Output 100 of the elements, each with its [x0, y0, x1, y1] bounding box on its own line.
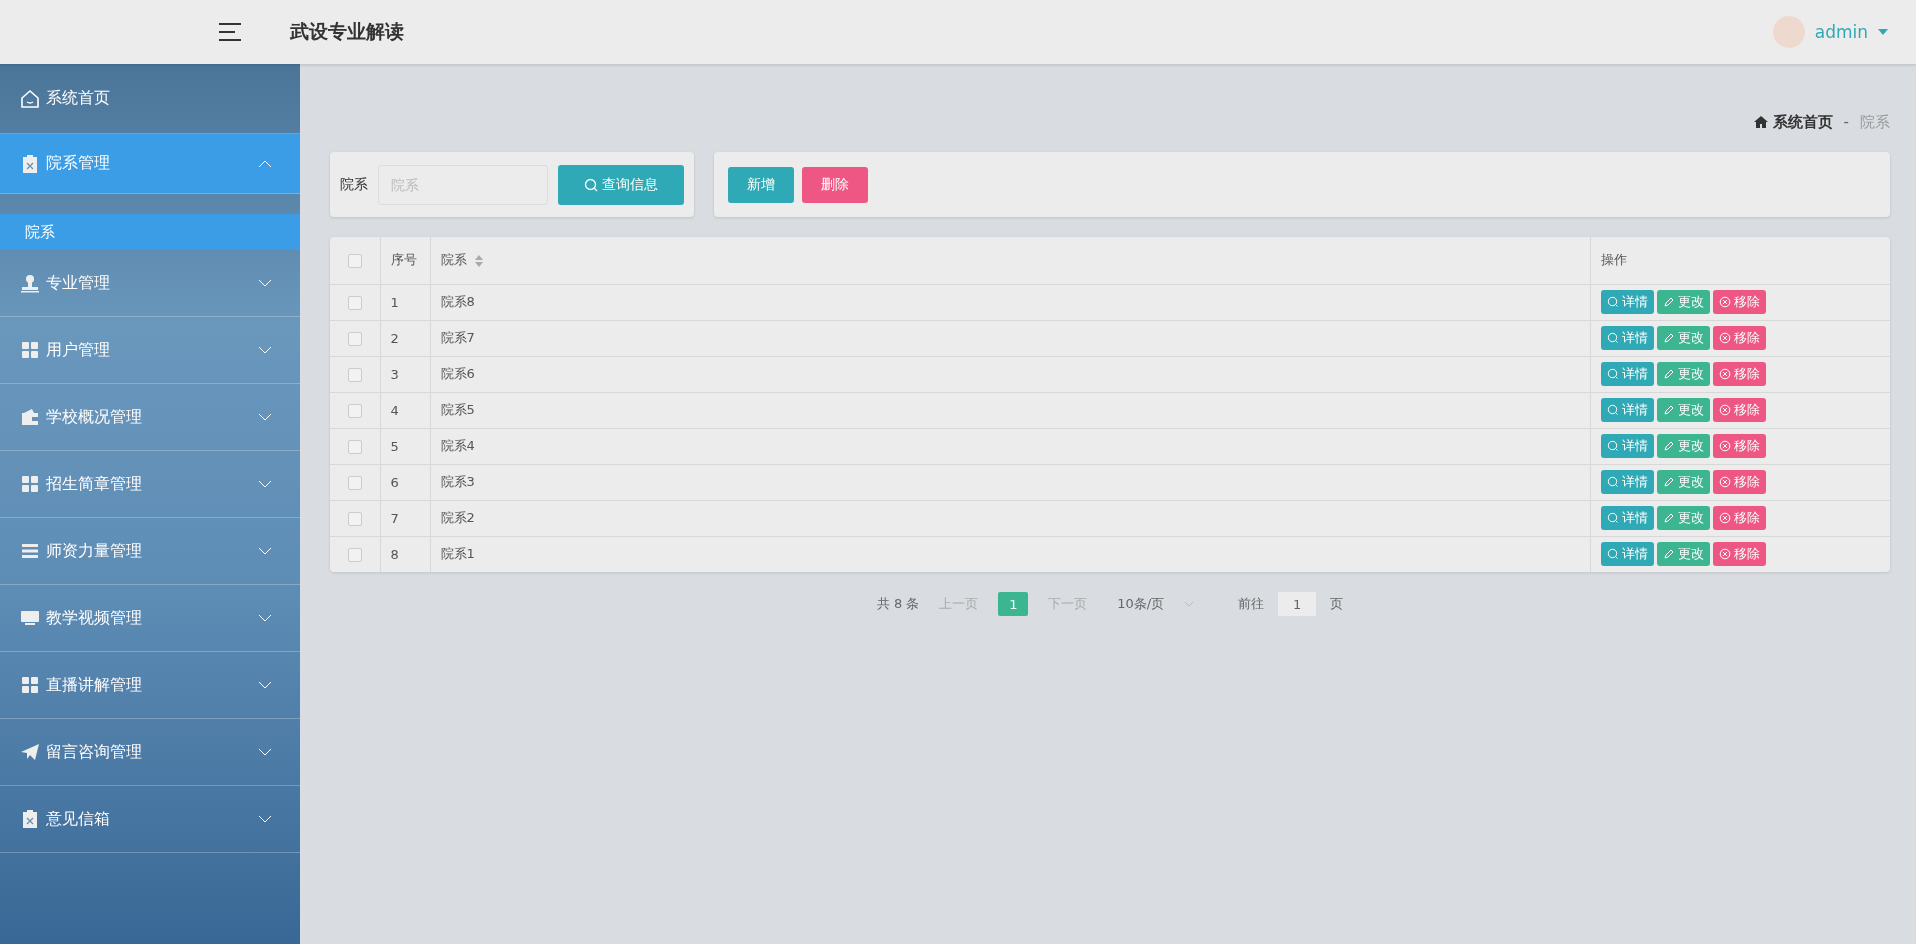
delete-button[interactable]: 删除 [802, 166, 868, 203]
menu-label: 招生简章管理 [46, 473, 142, 495]
total-count: 共 8 条 [876, 595, 920, 613]
edit-button[interactable]: 更改 [1656, 290, 1710, 314]
column-header[interactable]: 院系 [440, 252, 467, 268]
chevron-down-icon[interactable] [258, 547, 272, 555]
chevron-down-icon[interactable] [258, 681, 272, 689]
detail-button[interactable]: 详情 [1600, 470, 1654, 494]
detail-button[interactable]: 详情 [1600, 506, 1654, 530]
stamp-icon [20, 273, 40, 293]
table-cell: 院系1 [440, 546, 475, 562]
chevron-down-icon[interactable] [258, 748, 272, 756]
remove-button[interactable]: 移除 [1712, 326, 1766, 350]
chevron-down-icon[interactable] [258, 480, 272, 488]
table-cell: 院系2 [440, 510, 475, 525]
detail-button[interactable]: 详情 [1600, 326, 1654, 350]
checkbox[interactable] [347, 295, 362, 310]
wallet-icon [20, 407, 40, 427]
edit-button[interactable]: 更改 [1656, 362, 1710, 386]
clipboard-icon [20, 153, 40, 174]
sort-icon[interactable] [474, 254, 483, 267]
checkbox[interactable] [347, 511, 362, 526]
table-cell: 院系4 [440, 438, 475, 453]
caret-icon[interactable] [1878, 28, 1888, 36]
menu-label: 师资力量管理 [46, 540, 142, 562]
chevron-down-icon[interactable] [258, 279, 272, 287]
detail-button[interactable]: 详情 [1600, 362, 1654, 386]
chevron-down-icon[interactable] [258, 346, 272, 354]
close-circle-icon [1718, 332, 1731, 344]
table-cell: 4 [390, 402, 399, 418]
search-icon [584, 177, 598, 192]
paper-plane-icon [20, 742, 40, 762]
sidebar-item[interactable]: 院系管理 [0, 134, 300, 194]
remove-button[interactable]: 移除 [1712, 290, 1766, 314]
edit-button[interactable]: 更改 [1656, 398, 1710, 422]
checkbox[interactable] [347, 439, 362, 454]
page-size-select[interactable]: 10条/页 [1117, 595, 1195, 613]
user-name[interactable]: admin [1814, 22, 1868, 42]
edit-button[interactable]: 更改 [1656, 434, 1710, 458]
goto-label: 前往 [1238, 595, 1265, 613]
search-icon [1606, 440, 1619, 452]
edit-button[interactable]: 更改 [1656, 542, 1710, 567]
search-icon [1606, 332, 1619, 344]
checkbox[interactable] [347, 254, 362, 268]
remove-button[interactable]: 移除 [1712, 506, 1766, 530]
menu-icon[interactable] [218, 22, 242, 42]
menu-label: 留言咨询管理 [46, 741, 142, 763]
checkbox[interactable] [347, 367, 362, 382]
table-cell: 院系7 [440, 330, 475, 345]
grid-icon [20, 340, 40, 360]
table-cell: 1 [390, 294, 399, 310]
detail-button[interactable]: 详情 [1600, 434, 1654, 458]
chevron-up-icon[interactable] [258, 159, 272, 168]
search-button[interactable]: 查询信息 [558, 164, 684, 205]
add-button[interactable]: 新增 [728, 166, 794, 203]
menu-label: 用户管理 [46, 339, 110, 361]
edit-button[interactable]: 更改 [1656, 506, 1710, 530]
search-icon [1606, 512, 1619, 524]
checkbox[interactable] [347, 475, 362, 490]
remove-button[interactable]: 移除 [1712, 362, 1766, 386]
remove-button[interactable]: 移除 [1712, 434, 1766, 458]
close-circle-icon [1718, 476, 1731, 488]
chevron-down-icon[interactable] [258, 614, 272, 622]
table-cell: 院系8 [440, 294, 475, 309]
chevron-down-icon[interactable] [258, 413, 272, 421]
detail-button[interactable]: 详情 [1600, 398, 1654, 422]
remove-button[interactable]: 移除 [1712, 398, 1766, 422]
table-cell: 院系6 [440, 366, 475, 381]
remove-button[interactable]: 移除 [1712, 470, 1766, 494]
checkbox[interactable] [347, 403, 362, 418]
menu-label: 意见信箱 [46, 808, 110, 830]
breadcrumb-separator: - [1842, 113, 1850, 131]
breadcrumb-link[interactable]: 系统首页 [1772, 112, 1833, 132]
search-icon [1606, 548, 1619, 561]
page-input[interactable]: 1 [1278, 592, 1317, 616]
monitor-icon [20, 608, 40, 628]
table-cell: 5 [390, 438, 399, 454]
breadcrumb-current: 院系 [1860, 112, 1890, 132]
home-icon[interactable] [1753, 116, 1768, 128]
edit-button[interactable]: 更改 [1656, 326, 1710, 350]
remove-button[interactable]: 移除 [1712, 542, 1766, 567]
close-circle-icon [1718, 296, 1731, 308]
pencil-icon [1662, 512, 1675, 524]
search-icon [1606, 296, 1619, 308]
edit-button[interactable]: 更改 [1656, 470, 1710, 494]
chevron-down-icon[interactable] [258, 815, 272, 823]
pencil-icon [1662, 440, 1675, 452]
table-cell: 院系5 [440, 402, 475, 417]
detail-button[interactable]: 详情 [1600, 542, 1654, 567]
detail-button[interactable]: 详情 [1600, 290, 1654, 314]
checkbox[interactable] [347, 548, 362, 562]
pencil-icon [1662, 404, 1675, 416]
pencil-icon [1662, 368, 1675, 380]
page-button[interactable]: 1 [998, 592, 1029, 616]
checkbox[interactable] [347, 331, 362, 346]
menu-label: 专业管理 [46, 272, 110, 294]
submenu-item[interactable]: 院系 [0, 214, 300, 250]
column-header: 操作 [1600, 252, 1627, 268]
close-circle-icon [1718, 404, 1731, 416]
search-icon [1606, 368, 1619, 380]
